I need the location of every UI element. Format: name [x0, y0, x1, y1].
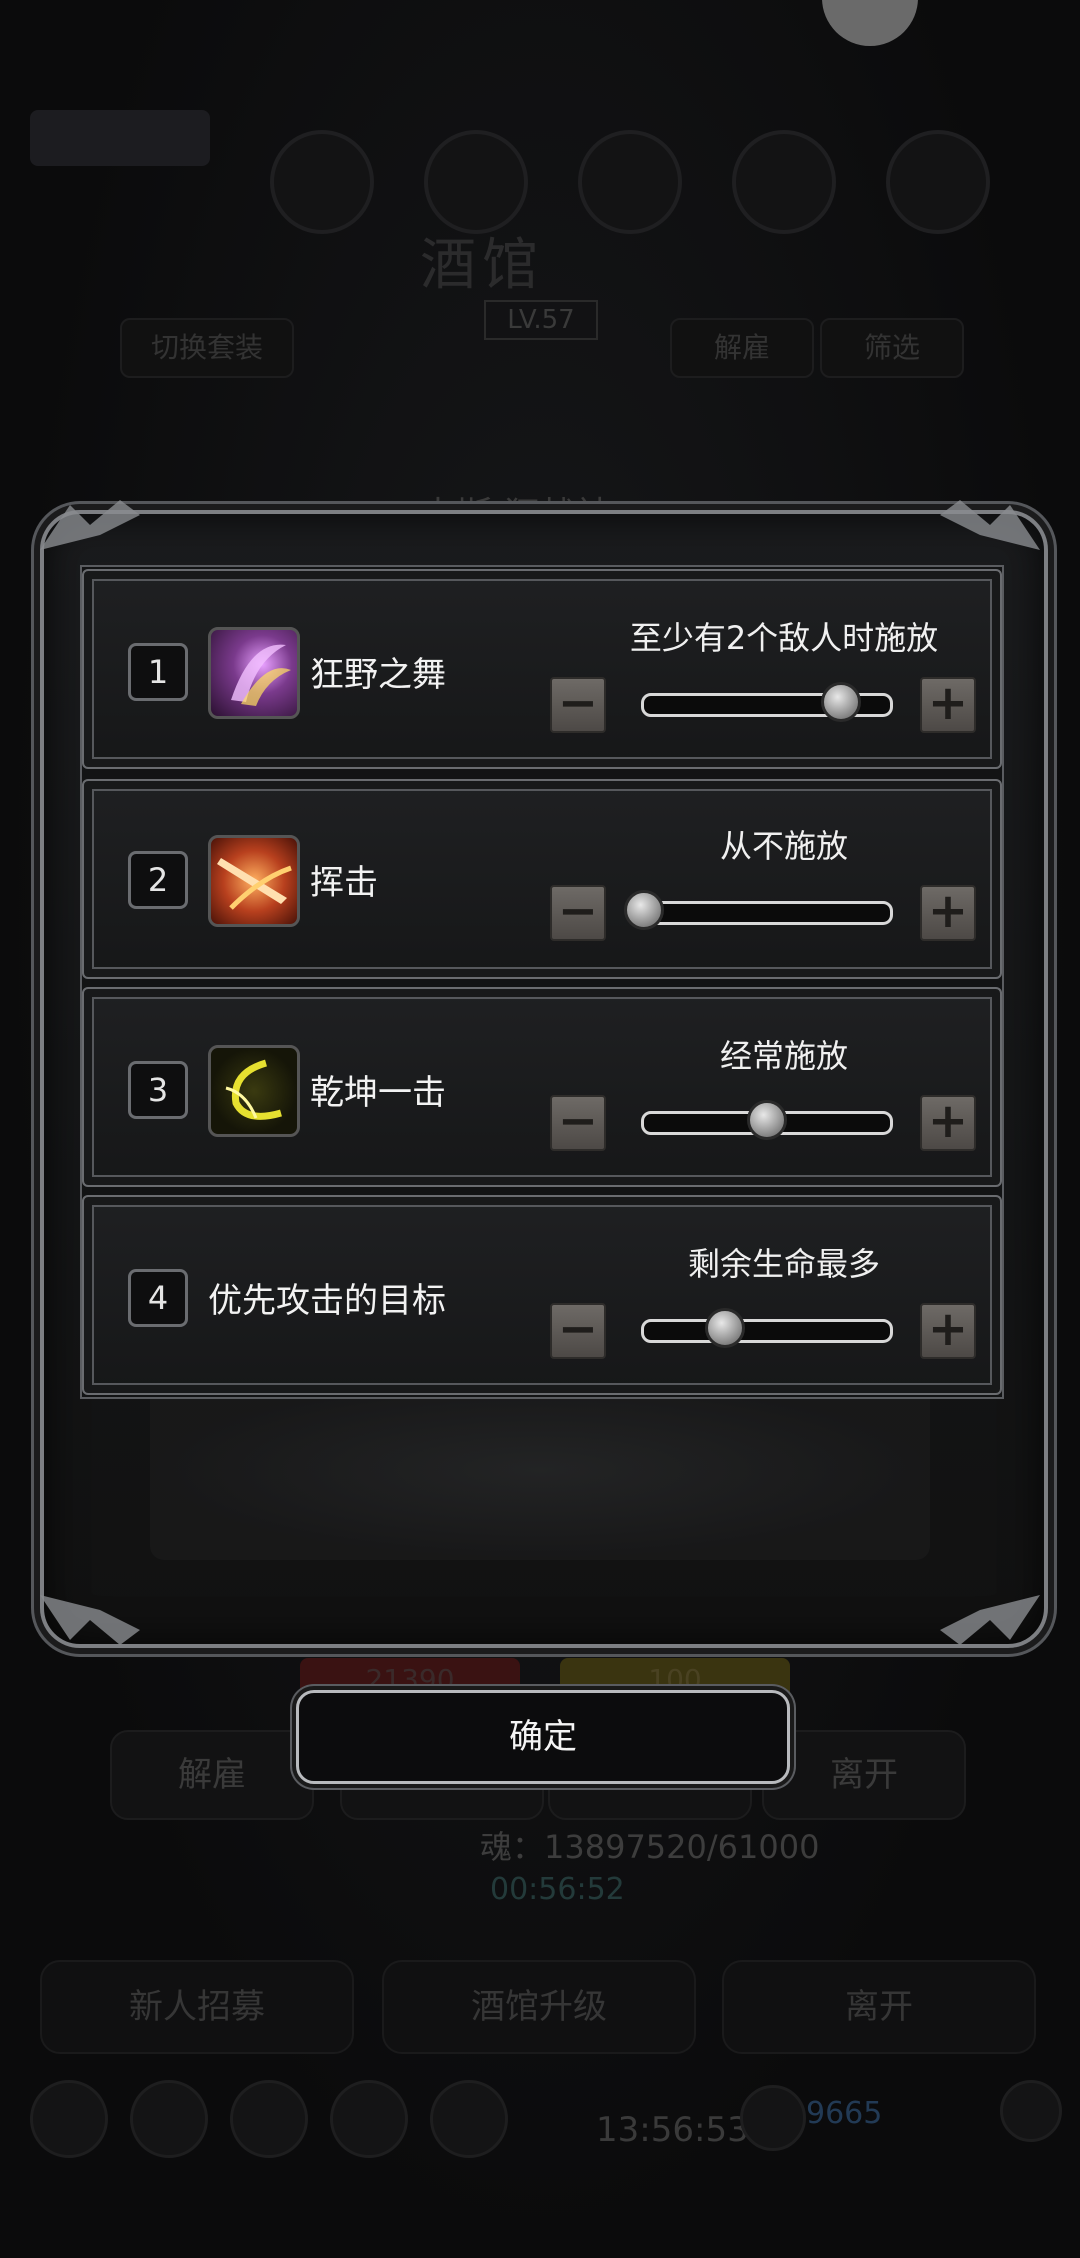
bg-leave-button: 离开: [762, 1730, 966, 1820]
bg-soul-count: 魂：13897520/61000: [480, 1828, 820, 1866]
bg-nav-circle: [424, 130, 528, 234]
bg-dismiss-button: 解雇: [670, 318, 814, 378]
cast-slider[interactable]: [641, 1100, 893, 1140]
bg-gem-count: 9665: [806, 2096, 883, 2131]
bg-bottom-icon: [330, 2080, 408, 2158]
ornament-corner-icon: [40, 500, 140, 550]
bg-filter-button: 筛选: [820, 318, 964, 378]
bg-dismiss-hero-button: 解雇: [110, 1730, 314, 1820]
skill-row: 1 狂野之舞 至少有2个敌人时施放 − +: [82, 569, 1002, 769]
slider-thumb[interactable]: [705, 1308, 746, 1348]
bg-leave2-button: 离开: [722, 1960, 1036, 2054]
bg-gem-icon: [740, 2085, 806, 2151]
bg-nav-circle: [270, 130, 374, 234]
confirm-button[interactable]: 确定: [296, 1690, 790, 1784]
qiankun-strike-icon: [208, 1045, 300, 1137]
ornament-corner-icon: [940, 1595, 1040, 1645]
bg-bottom-icon: [230, 2080, 308, 2158]
bg-nav-circle: [578, 130, 682, 234]
decrease-button[interactable]: −: [550, 677, 606, 733]
cast-slider[interactable]: [624, 890, 893, 930]
skill-name: 挥击: [310, 863, 378, 903]
cast-option-label: 经常施放: [719, 1037, 848, 1075]
skill-list: 1 狂野之舞 至少有2个敌人时施放 − + 2 挥击 从不施放 − + 3 乾坤…: [80, 565, 1004, 1399]
bg-bottom-icon: [430, 2080, 508, 2158]
increase-button[interactable]: +: [920, 1095, 976, 1151]
skill-name: 乾坤一击: [310, 1073, 446, 1113]
slider-thumb[interactable]: [820, 682, 861, 722]
bg-add-icon: [1000, 2080, 1062, 2142]
bg-recruit-button: 新人招募: [40, 1960, 354, 2054]
cast-option-label: 至少有2个敌人时施放: [629, 619, 939, 657]
row-index: 3: [128, 1061, 188, 1119]
bg-bottom-icon: [130, 2080, 208, 2158]
decrease-button[interactable]: −: [550, 1303, 606, 1359]
increase-button[interactable]: +: [920, 885, 976, 941]
ornament-corner-icon: [940, 500, 1040, 550]
slider-thumb[interactable]: [747, 1100, 787, 1140]
bg-nav-circle: [886, 130, 990, 234]
row-index: 2: [128, 851, 188, 909]
target-priority-label: 优先攻击的目标: [208, 1281, 446, 1321]
bg-timer: 00:56:52: [490, 1872, 625, 1907]
dialog-backdrop-art: [150, 1380, 930, 1560]
game-logo: [30, 110, 210, 166]
row-index: 4: [128, 1269, 188, 1327]
skill-row: 3 乾坤一击 经常施放 − +: [82, 987, 1002, 1187]
bg-tavern-upgrade-button: 酒馆升级: [382, 1960, 696, 2054]
bg-title: 酒馆: [420, 233, 544, 298]
skill-row: 2 挥击 从不施放 − +: [82, 779, 1002, 979]
increase-button[interactable]: +: [920, 1303, 976, 1359]
bg-switch-set-button: 切换套装: [120, 318, 294, 378]
bg-clock: 13:56:53: [596, 2110, 749, 2150]
bg-bottom-icon: [30, 2080, 108, 2158]
cast-option-label: 从不施放: [719, 827, 848, 865]
top-floating-button: [822, 0, 918, 46]
increase-button[interactable]: +: [920, 677, 976, 733]
ornament-corner-icon: [40, 1595, 140, 1645]
decrease-button[interactable]: −: [550, 885, 606, 941]
swing-strike-icon: [208, 835, 300, 927]
bg-level: LV.57: [484, 300, 598, 340]
slider-thumb[interactable]: [624, 890, 664, 930]
decrease-button[interactable]: −: [550, 1095, 606, 1151]
row-index: 1: [128, 643, 188, 701]
wild-dance-icon: [208, 627, 300, 719]
target-slider[interactable]: [641, 1308, 893, 1348]
target-option-label: 剩余生命最多: [687, 1245, 880, 1283]
target-priority-row: 4 优先攻击的目标 剩余生命最多 − +: [82, 1195, 1002, 1395]
cast-slider[interactable]: [641, 682, 893, 722]
skill-name: 狂野之舞: [310, 655, 446, 695]
bg-nav-circle: [732, 130, 836, 234]
